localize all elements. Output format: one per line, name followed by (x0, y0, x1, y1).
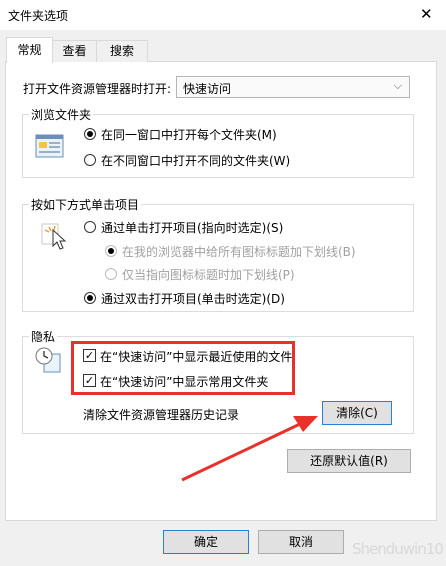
watermark: Shenduwin10 (352, 540, 444, 558)
annotation-arrow-icon (181, 416, 318, 482)
tab-general[interactable]: 常规 (6, 37, 53, 63)
cancel-button[interactable]: 取消 (258, 530, 344, 554)
ok-button[interactable]: 确定 (163, 530, 249, 554)
restore-defaults-button[interactable]: 还原默认值(R) (287, 449, 411, 473)
